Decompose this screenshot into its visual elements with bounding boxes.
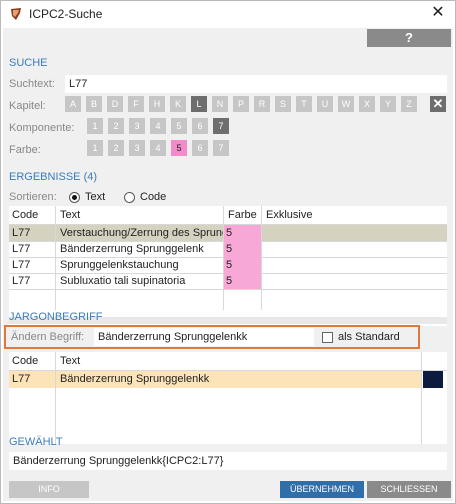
cell-exklusive — [263, 225, 443, 241]
sort-code-radio[interactable] — [124, 192, 135, 203]
kapitel-chip-l[interactable]: L — [191, 96, 207, 112]
aendern-label: Ändern Begriff: — [11, 331, 85, 343]
farbe-chip-1[interactable]: 1 — [87, 140, 103, 156]
farbe-chip-5[interactable]: 5 — [171, 140, 187, 156]
komponente-chip-6[interactable]: 6 — [192, 118, 208, 134]
kapitel-chip-x[interactable]: X — [359, 96, 375, 112]
kapitel-chip-b[interactable]: B — [86, 96, 102, 112]
help-button[interactable]: ? — [367, 29, 451, 47]
table-row[interactable]: L77 Verstauchung/Zerrung des Sprunggelenk… — [9, 225, 447, 241]
cell-code: L77 — [12, 259, 31, 271]
cell-farbe: 5 — [223, 241, 261, 257]
section-suche: SUCHE — [9, 57, 48, 69]
kapitel-chip-r[interactable]: R — [254, 96, 270, 112]
info-button[interactable]: INFO — [9, 481, 89, 498]
cell-text: Sprunggelenkstauchung — [60, 259, 179, 271]
cell-code: L77 — [12, 275, 31, 287]
kapitel-chip-y[interactable]: Y — [380, 96, 396, 112]
table-row[interactable]: L77 Bänderzerrung Sprunggelenkk — [9, 371, 421, 388]
cell-text: Bänderzerrung Sprunggelenk — [60, 243, 204, 255]
title-bar: ICPC2-Suche ✕ — [1, 1, 455, 27]
cell-farbe: 5 — [223, 225, 261, 241]
section-jargonbegriff: JARGONBEGRIFF — [9, 311, 103, 323]
komponente-chip-7[interactable]: 7 — [213, 118, 229, 134]
komponente-chip-4[interactable]: 4 — [150, 118, 166, 134]
suchtext-label: Suchtext: — [9, 78, 55, 90]
dialog-body: ? SUCHE Suchtext: L77 Kapitel: ABDFHKLNP… — [3, 28, 453, 501]
uebernehmen-button[interactable]: ÜBERNEHMEN — [280, 481, 364, 498]
aendern-begriff-group: Ändern Begriff: Bänderzerrung Sprunggele… — [4, 325, 420, 349]
gewaehlt-field: Bänderzerrung Sprunggelenkk{ICPC2:L77} — [9, 452, 447, 470]
jargon-cell-code: L77 — [12, 373, 31, 385]
ergebnisse-table: Code Text Farbe Exklusive L77 Verstauchun… — [9, 206, 447, 326]
kapitel-label: Kapitel: — [9, 100, 46, 112]
sortieren-label: Sortieren: — [9, 191, 57, 203]
farbe-label: Farbe: — [9, 144, 41, 156]
kapitel-chip-n[interactable]: N — [212, 96, 228, 112]
cell-text: Subluxatio tali supinatoria — [60, 275, 186, 287]
kapitel-chip-w[interactable]: W — [338, 96, 354, 112]
app-icon — [11, 8, 21, 20]
kapitel-chip-k[interactable]: K — [170, 96, 186, 112]
table-row[interactable]: L77 Sprunggelenkstauchung 5 — [9, 257, 447, 273]
kapitel-chip-t[interactable]: T — [296, 96, 312, 112]
jargon-table: Code Text L77 Bänderzerrung Sprunggelenk… — [9, 352, 447, 444]
sort-text-label[interactable]: Text — [85, 191, 105, 203]
als-standard-checkbox[interactable] — [322, 332, 333, 343]
clear-kapitel-icon[interactable]: ✕ — [430, 96, 446, 112]
komponente-chip-1[interactable]: 1 — [87, 118, 103, 134]
kapitel-chip-d[interactable]: D — [107, 96, 123, 112]
kapitel-chip-z[interactable]: Z — [401, 96, 417, 112]
farbe-chip-7[interactable]: 7 — [213, 140, 229, 156]
kapitel-chip-p[interactable]: P — [233, 96, 249, 112]
cell-code: L77 — [12, 243, 31, 255]
jargon-col-header-code[interactable]: Code — [9, 353, 55, 369]
table-row[interactable]: L77 Bänderzerrung Sprunggelenk 5 — [9, 241, 447, 257]
komponente-chip-2[interactable]: 2 — [108, 118, 124, 134]
section-ergebnisse: ERGEBNISSE (4) — [9, 171, 98, 183]
farbe-chip-3[interactable]: 3 — [129, 140, 145, 156]
cell-farbe: 5 — [223, 257, 261, 273]
sort-text-radio[interactable] — [69, 192, 80, 203]
table-row[interactable]: L77 Subluxatio tali supinatoria 5 — [9, 273, 447, 289]
dialog-window: ICPC2-Suche ✕ ? SUCHE Suchtext: L77 Kapi… — [0, 0, 456, 504]
col-header-code[interactable]: Code — [9, 207, 55, 223]
aendern-input[interactable]: Bänderzerrung Sprunggelenkk — [94, 328, 314, 346]
kapitel-chip-h[interactable]: H — [149, 96, 165, 112]
cell-exklusive — [263, 241, 443, 257]
col-header-exklusive[interactable]: Exklusive — [263, 207, 443, 223]
jargon-cell-text: Bänderzerrung Sprunggelenkk — [60, 373, 210, 385]
schliessen-button[interactable]: SCHLIESSEN — [367, 481, 451, 498]
suchtext-input[interactable]: L77 — [65, 75, 447, 93]
cell-exklusive — [263, 257, 443, 273]
color-swatch — [423, 371, 443, 388]
farbe-chip-4[interactable]: 4 — [150, 140, 166, 156]
jargon-col-header-text[interactable]: Text — [57, 353, 417, 369]
window-title: ICPC2-Suche — [29, 7, 103, 21]
komponente-label: Komponente: — [9, 122, 75, 134]
section-gewaehlt: GEWÄHLT — [9, 436, 63, 448]
farbe-chip-6[interactable]: 6 — [192, 140, 208, 156]
kapitel-chip-u[interactable]: U — [317, 96, 333, 112]
col-header-farbe[interactable]: Farbe — [225, 207, 261, 223]
cell-code: L77 — [12, 227, 31, 239]
cell-exklusive — [263, 273, 443, 289]
close-icon[interactable]: ✕ — [427, 3, 449, 23]
farbe-chip-2[interactable]: 2 — [108, 140, 124, 156]
kapitel-chip-s[interactable]: S — [275, 96, 291, 112]
komponente-chip-3[interactable]: 3 — [129, 118, 145, 134]
col-header-text[interactable]: Text — [57, 207, 223, 223]
komponente-chip-5[interactable]: 5 — [171, 118, 187, 134]
als-standard-label[interactable]: als Standard — [338, 331, 400, 343]
cell-text: Verstauchung/Zerrung des Sprunggelenks — [60, 227, 223, 239]
sort-code-label[interactable]: Code — [140, 191, 166, 203]
kapitel-chip-a[interactable]: A — [65, 96, 81, 112]
cell-farbe: 5 — [223, 273, 261, 289]
kapitel-chip-f[interactable]: F — [128, 96, 144, 112]
